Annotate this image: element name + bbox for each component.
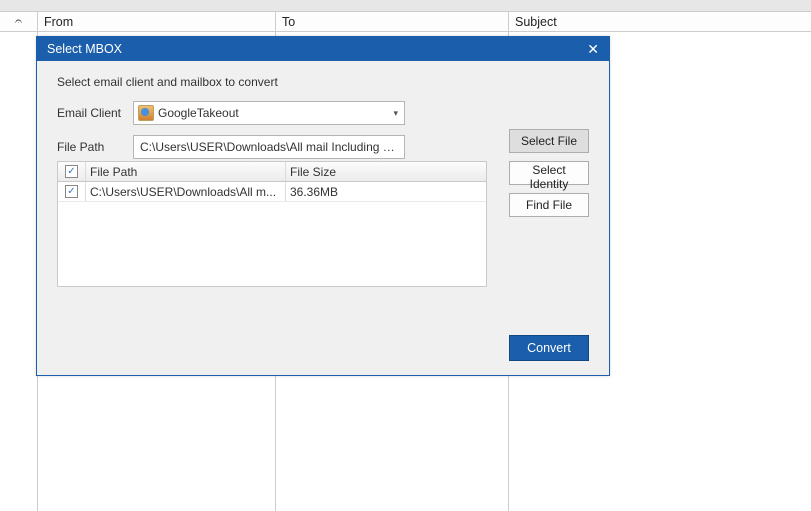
file-table: ✓ File Path File Size ✓ C:\Users\USER\Do… [57, 161, 487, 287]
app-header-strip [0, 0, 811, 12]
dialog-title: Select MBOX [47, 42, 122, 56]
file-table-header-check[interactable]: ✓ [58, 162, 86, 181]
email-client-row: Email Client GoogleTakeout ▾ [57, 101, 589, 125]
table-row[interactable]: ✓ C:\Users\USER\Downloads\All m... 36.36… [58, 182, 486, 202]
chevron-down-icon: ▾ [393, 108, 398, 119]
checkbox-icon[interactable]: ✓ [65, 185, 78, 198]
column-to-label: To [282, 15, 295, 29]
file-path-label: File Path [57, 140, 133, 154]
email-client-combo[interactable]: GoogleTakeout ▾ [133, 101, 405, 125]
select-mbox-dialog: Select MBOX ✕ Select email client and ma… [36, 36, 610, 376]
column-attachment[interactable]: 𝄐 [0, 12, 38, 31]
google-takeout-icon [138, 105, 154, 121]
column-subject[interactable]: Subject [509, 12, 811, 31]
row-path-cell: C:\Users\USER\Downloads\All m... [86, 182, 286, 201]
file-path-input[interactable] [133, 135, 405, 159]
mail-pane-attachment [0, 32, 38, 511]
column-from[interactable]: From [38, 12, 276, 31]
column-subject-label: Subject [515, 15, 557, 29]
select-file-button[interactable]: Select File [509, 129, 589, 153]
convert-button[interactable]: Convert [509, 335, 589, 361]
file-table-header: ✓ File Path File Size [58, 162, 486, 182]
email-client-value: GoogleTakeout [158, 106, 239, 120]
select-identity-button[interactable]: Select Identity [509, 161, 589, 185]
checkbox-icon[interactable]: ✓ [65, 165, 78, 178]
find-file-button[interactable]: Find File [509, 193, 589, 217]
email-client-label: Email Client [57, 106, 133, 120]
row-size-cell: 36.36MB [286, 182, 486, 201]
side-button-group: Select File Select Identity Find File [509, 129, 589, 217]
dialog-body: Select email client and mailbox to conve… [37, 61, 609, 375]
file-table-header-size[interactable]: File Size [286, 162, 486, 181]
dialog-instruction: Select email client and mailbox to conve… [57, 75, 589, 89]
column-to[interactable]: To [276, 12, 509, 31]
mail-list-header: 𝄐 From To Subject [0, 12, 811, 32]
close-icon[interactable]: ✕ [587, 42, 599, 56]
file-table-header-path[interactable]: File Path [86, 162, 286, 181]
paperclip-icon: 𝄐 [15, 14, 22, 29]
row-check-cell[interactable]: ✓ [58, 182, 86, 201]
column-from-label: From [44, 15, 73, 29]
dialog-titlebar: Select MBOX ✕ [37, 37, 609, 61]
